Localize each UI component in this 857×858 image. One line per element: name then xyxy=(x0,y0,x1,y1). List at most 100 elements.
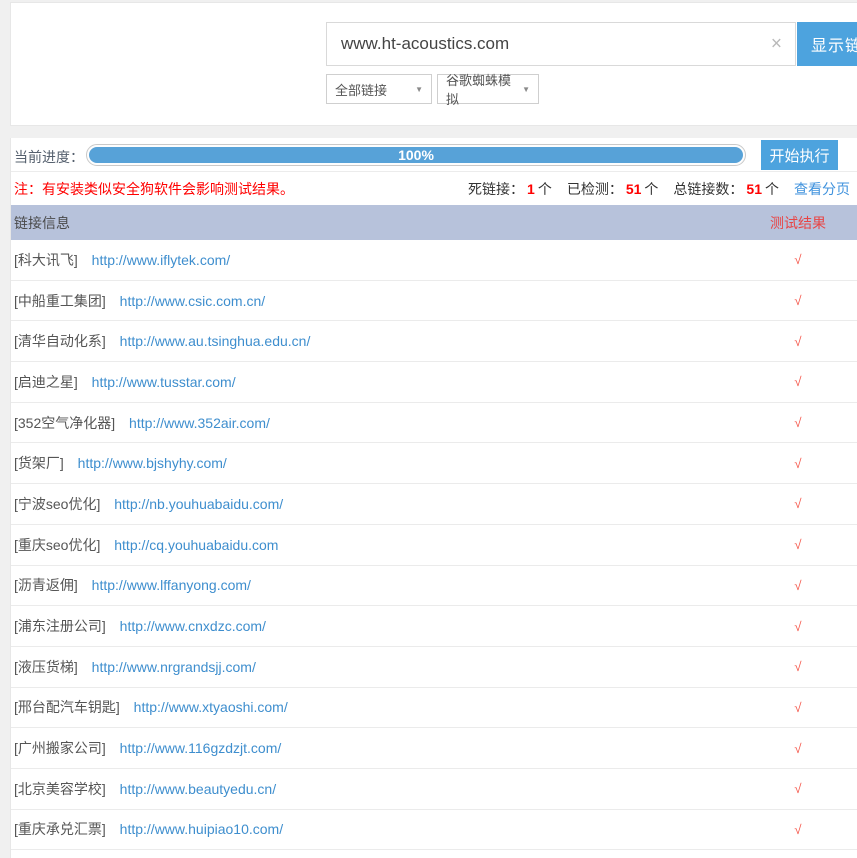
link-cell: [352空气净化器] http://www.352air.com/ xyxy=(14,413,748,433)
result-check: √ xyxy=(748,496,848,511)
result-check: √ xyxy=(748,415,848,430)
search-panel: × 显示链接 全部链接 ▼ 谷歌蜘蛛模拟 ▼ xyxy=(10,2,857,126)
result-check: √ xyxy=(748,374,848,389)
link-url[interactable]: http://www.352air.com/ xyxy=(129,415,270,431)
dead-link-checker-page: { "search": { "value": "www.ht-acoustics… xyxy=(0,0,857,858)
link-name: [清华自动化系] xyxy=(14,333,106,349)
result-check: √ xyxy=(748,781,848,796)
link-cell: [液压货梯] http://www.nrgrandsjj.com/ xyxy=(14,657,748,677)
link-name: [货架厂] xyxy=(14,455,64,471)
link-cell: [货架厂] http://www.bjshyhy.com/ xyxy=(14,453,748,473)
link-name: [科大讯飞] xyxy=(14,252,78,268)
spider-mode-dropdown-label: 谷歌蜘蛛模拟 xyxy=(446,70,516,108)
link-url[interactable]: http://www.lffanyong.com/ xyxy=(92,577,251,593)
link-url[interactable]: http://www.116gzdzjt.com/ xyxy=(120,740,282,756)
link-url[interactable]: http://www.au.tsinghua.edu.cn/ xyxy=(120,333,311,349)
table-row: [宁波seo优化] http://nb.youhuabaidu.com/ √ xyxy=(11,484,857,525)
link-name: [启迪之星] xyxy=(14,374,78,390)
table-row: [启迪之星] http://www.tusstar.com/ √ xyxy=(11,362,857,403)
link-type-dropdown[interactable]: 全部链接 ▼ xyxy=(326,74,432,104)
link-cell: [宁波seo优化] http://nb.youhuabaidu.com/ xyxy=(14,494,748,514)
view-pagination-link[interactable]: 查看分页 xyxy=(794,179,850,199)
warning-note: 注：有安装类似安全狗软件会影响测试结果。 xyxy=(14,179,294,199)
table-row: [北京美容学校] http://www.beautyedu.cn/ √ xyxy=(11,769,857,810)
link-url[interactable]: http://www.huipiao10.com/ xyxy=(120,821,283,837)
link-cell: [清华自动化系] http://www.au.tsinghua.edu.cn/ xyxy=(14,331,748,351)
link-cell: [科大讯飞] http://www.iflytek.com/ xyxy=(14,250,748,270)
table-header: 链接信息 测试结果 xyxy=(11,205,857,240)
checked-value: 51 xyxy=(626,181,642,197)
link-url[interactable]: http://www.iflytek.com/ xyxy=(92,252,230,268)
link-name: [北京美容学校] xyxy=(14,781,106,797)
link-name: [中船重工集团] xyxy=(14,293,106,309)
table-row: [沥青返佣] http://www.lffanyong.com/ √ xyxy=(11,566,857,607)
url-input-wrap: × xyxy=(326,22,796,66)
chevron-down-icon: ▼ xyxy=(415,85,423,94)
link-cell: [沥青返佣] http://www.lffanyong.com/ xyxy=(14,575,748,595)
total-links-unit: 个 xyxy=(765,179,779,199)
results-panel: 当前进度： 100% 开始执行 注：有安装类似安全狗软件会影响测试结果。 死链接… xyxy=(10,138,857,858)
table-row: [中船重工集团] http://www.csic.com.cn/ √ xyxy=(11,281,857,322)
table-row: [浦东注册公司] http://www.cnxdzc.com/ √ xyxy=(11,606,857,647)
link-cell: [浦东注册公司] http://www.cnxdzc.com/ xyxy=(14,616,748,636)
link-url[interactable]: http://www.xtyaoshi.com/ xyxy=(134,699,288,715)
progress-row: 当前进度： 100% 开始执行 xyxy=(11,138,857,172)
result-check: √ xyxy=(748,293,848,308)
link-info-header: 链接信息 xyxy=(14,213,748,233)
total-links-value: 51 xyxy=(746,181,762,197)
link-cell: [邢台配汽车钥匙] http://www.xtyaoshi.com/ xyxy=(14,697,748,717)
clear-icon[interactable]: × xyxy=(771,35,782,54)
table-row: [352空气净化器] http://www.352air.com/ √ xyxy=(11,403,857,444)
dead-links-value: 1 xyxy=(527,181,535,197)
table-row: [货架厂] http://www.bjshyhy.com/ √ xyxy=(11,443,857,484)
link-url[interactable]: http://cq.youhuabaidu.com xyxy=(114,537,278,553)
progress-percent: 100% xyxy=(87,145,745,165)
link-cell: [广州搬家公司] http://www.116gzdzjt.com/ xyxy=(14,738,748,758)
link-url[interactable]: http://www.cnxdzc.com/ xyxy=(120,618,266,634)
link-url[interactable]: http://www.csic.com.cn/ xyxy=(120,293,265,309)
result-check: √ xyxy=(748,578,848,593)
result-check: √ xyxy=(748,252,848,267)
link-cell: [重庆承兑汇票] http://www.huipiao10.com/ xyxy=(14,819,748,839)
start-button[interactable]: 开始执行 xyxy=(761,140,838,170)
table-row: [邢台配汽车钥匙] http://www.xtyaoshi.com/ √ xyxy=(11,688,857,729)
table-row: [重庆承兑汇票] http://www.huipiao10.com/ √ xyxy=(11,810,857,851)
link-cell: [重庆seo优化] http://cq.youhuabaidu.com xyxy=(14,535,748,555)
spider-mode-dropdown[interactable]: 谷歌蜘蛛模拟 ▼ xyxy=(437,74,539,104)
link-name: [浦东注册公司] xyxy=(14,618,106,634)
result-check: √ xyxy=(748,537,848,552)
link-cell: [中船重工集团] http://www.csic.com.cn/ xyxy=(14,291,748,311)
table-row: [液压货梯] http://www.nrgrandsjj.com/ √ xyxy=(11,647,857,688)
dead-links-unit: 个 xyxy=(538,179,552,199)
dead-links-label: 死链接： xyxy=(468,179,524,199)
table-row: [广州搬家公司] http://www.116gzdzjt.com/ √ xyxy=(11,728,857,769)
link-url[interactable]: http://www.tusstar.com/ xyxy=(92,374,236,390)
link-url[interactable]: http://nb.youhuabaidu.com/ xyxy=(114,496,283,512)
link-url[interactable]: http://www.beautyedu.cn/ xyxy=(120,781,276,797)
show-links-button[interactable]: 显示链接 xyxy=(797,22,857,66)
url-input[interactable] xyxy=(327,23,795,65)
link-name: [广州搬家公司] xyxy=(14,740,106,756)
progress-bar: 100% xyxy=(86,144,746,166)
checked-label: 已检测： xyxy=(567,179,623,199)
link-cell: [北京美容学校] http://www.beautyedu.cn/ xyxy=(14,779,748,799)
link-name: [重庆seo优化] xyxy=(14,537,100,553)
result-check: √ xyxy=(748,619,848,634)
checked-unit: 个 xyxy=(644,179,658,199)
link-name: [352空气净化器] xyxy=(14,415,115,431)
link-name: [沥青返佣] xyxy=(14,577,78,593)
link-url[interactable]: http://www.bjshyhy.com/ xyxy=(78,455,227,471)
chevron-down-icon: ▼ xyxy=(522,85,530,94)
link-type-dropdown-label: 全部链接 xyxy=(335,80,387,99)
table-row: [重庆seo优化] http://cq.youhuabaidu.com √ xyxy=(11,525,857,566)
link-url[interactable]: http://www.nrgrandsjj.com/ xyxy=(92,659,256,675)
table-row: [清华自动化系] http://www.au.tsinghua.edu.cn/ … xyxy=(11,321,857,362)
result-check: √ xyxy=(748,456,848,471)
link-table-body: [科大讯飞] http://www.iflytek.com/ √ [中船重工集团… xyxy=(11,240,857,850)
stats: 死链接： 1 个 已检测： 51 个 总链接数： 51 个 查看分页 xyxy=(468,179,850,199)
result-check: √ xyxy=(748,334,848,349)
result-check: √ xyxy=(748,700,848,715)
table-row: [科大讯飞] http://www.iflytek.com/ √ xyxy=(11,240,857,281)
link-name: [液压货梯] xyxy=(14,659,78,675)
result-check: √ xyxy=(748,659,848,674)
